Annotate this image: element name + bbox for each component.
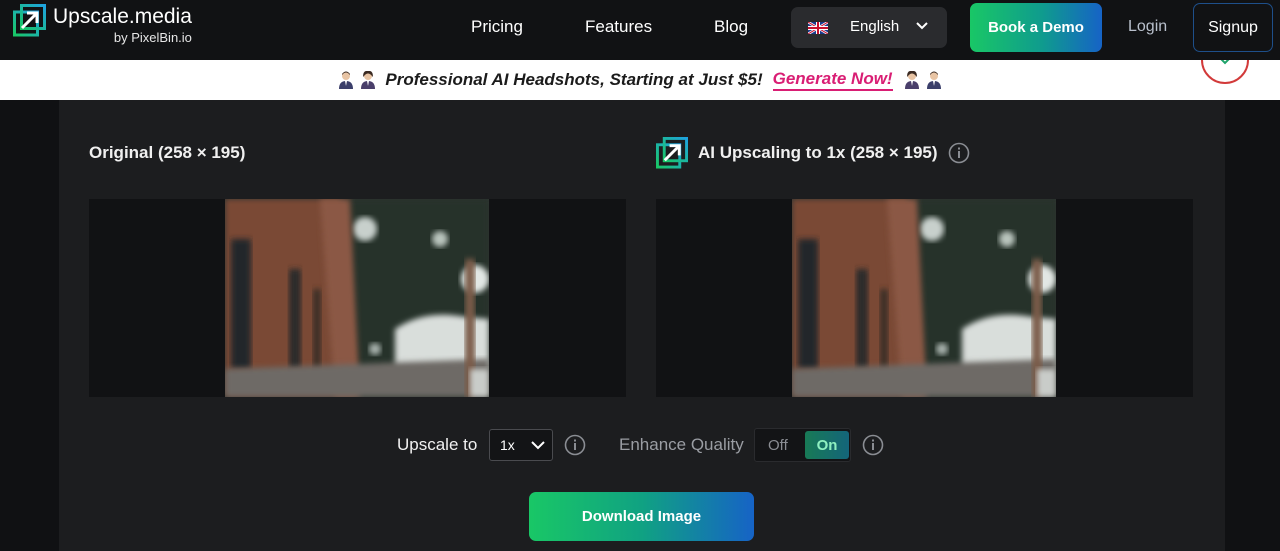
logo-title: Upscale.media [53, 5, 192, 28]
person-icon [904, 71, 919, 89]
nav-blog[interactable]: Blog [714, 17, 748, 37]
original-image-frame [89, 199, 626, 397]
book-demo-button[interactable]: Book a Demo [970, 3, 1102, 52]
uk-flag-icon [808, 22, 828, 34]
download-image-button[interactable]: Download Image [529, 492, 754, 541]
login-link[interactable]: Login [1128, 18, 1167, 36]
promo-banner: Professional AI Headshots, Starting at J… [0, 60, 1280, 100]
upscale-logo-icon [13, 4, 46, 37]
generate-now-link[interactable]: Generate Now! [772, 69, 893, 91]
nav-pricing[interactable]: Pricing [471, 17, 523, 37]
top-navbar: Upscale.media by PixelBin.io Pricing Fea… [0, 0, 1280, 60]
toggle-off-option[interactable]: Off [768, 437, 788, 454]
promo-text: Professional AI Headshots, Starting at J… [385, 70, 763, 89]
upscale-logo-icon [656, 137, 688, 169]
upscale-factor-select[interactable]: 1x [489, 429, 553, 461]
toggle-on-option[interactable]: On [805, 431, 849, 459]
chevron-down-icon [531, 441, 545, 450]
person-icon [339, 71, 354, 89]
original-image [225, 199, 489, 397]
original-title: Original (258 × 195) [89, 143, 246, 162]
logo-subtitle: by PixelBin.io [113, 30, 192, 45]
upscale-factor-value: 1x [500, 437, 515, 453]
upscale-to-label: Upscale to [397, 435, 478, 454]
person-icon [361, 71, 376, 89]
info-icon[interactable] [862, 434, 884, 456]
upscaled-image [792, 199, 1056, 397]
chevron-down-icon [916, 22, 928, 30]
enhance-quality-toggle[interactable]: Off On [754, 428, 851, 462]
upscaled-image-frame [656, 199, 1193, 397]
info-icon[interactable] [564, 434, 586, 456]
person-icon [926, 71, 941, 89]
close-icon[interactable] [1200, 60, 1249, 120]
info-icon[interactable] [948, 142, 970, 164]
logo[interactable]: Upscale.media by PixelBin.io [13, 4, 192, 45]
upscaled-title: AI Upscaling to 1x (258 × 195) [698, 143, 938, 162]
language-selector[interactable]: English [791, 7, 947, 48]
signup-button[interactable]: Signup [1193, 3, 1273, 52]
language-label: English [850, 18, 900, 35]
nav-features[interactable]: Features [585, 17, 652, 37]
enhance-quality-label: Enhance Quality [619, 435, 744, 454]
